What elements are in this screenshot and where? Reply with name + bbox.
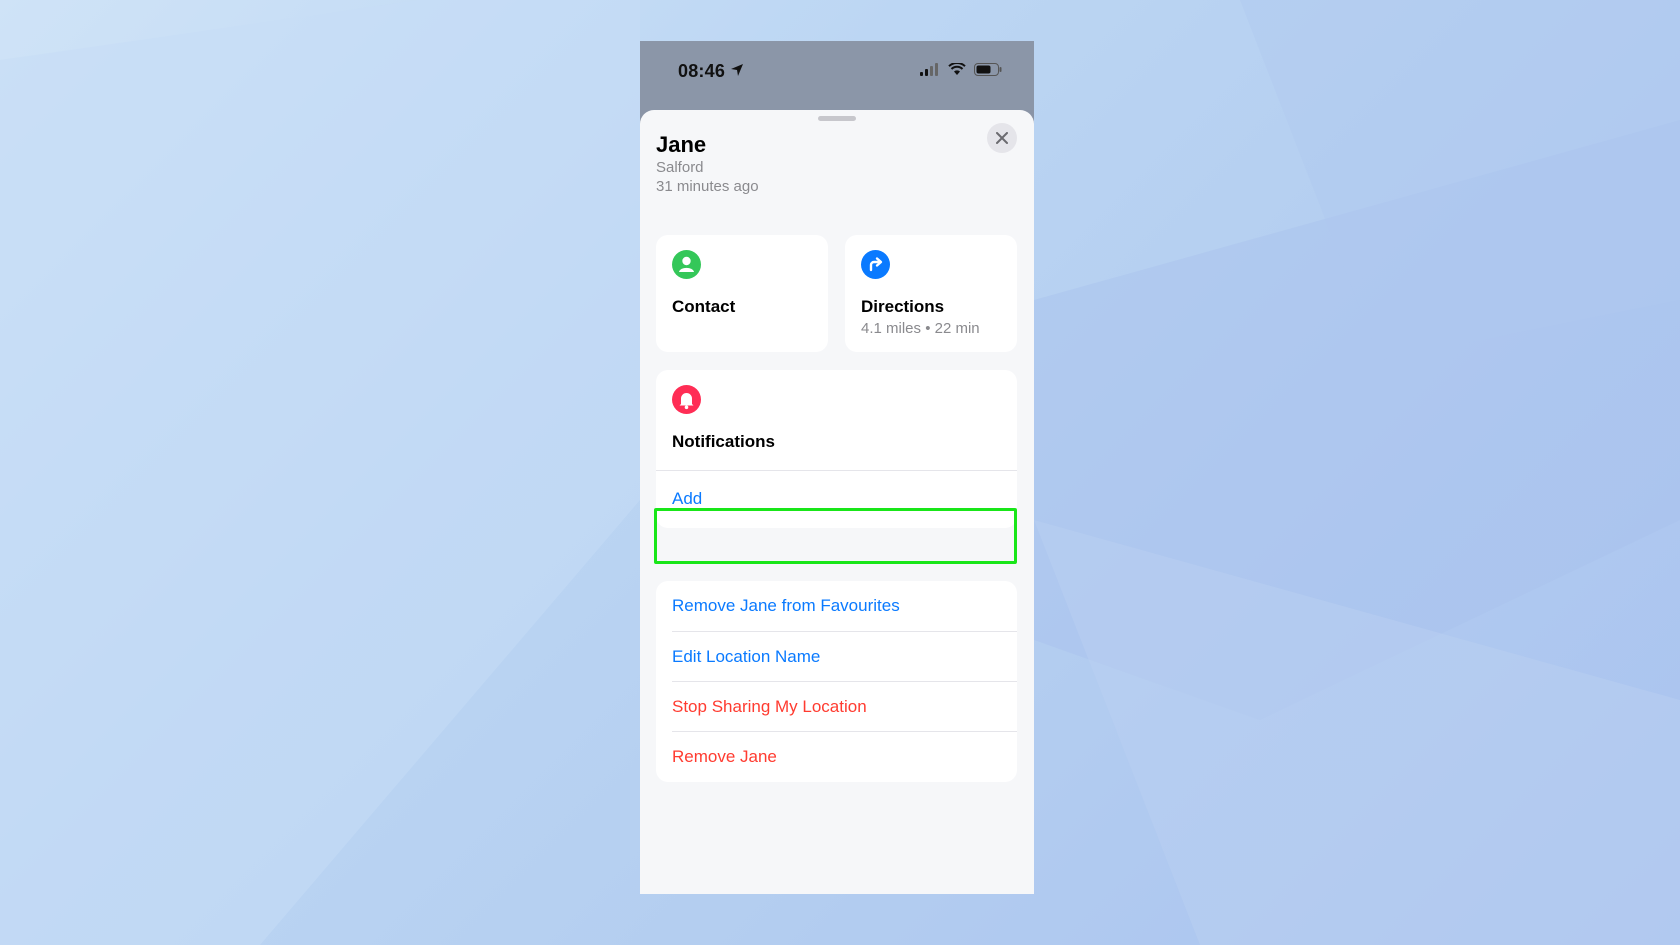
action-label: Stop Sharing My Location xyxy=(672,697,867,716)
edit-location-name-button[interactable]: Edit Location Name xyxy=(656,632,1017,682)
notifications-title: Notifications xyxy=(672,432,775,451)
person-icon xyxy=(672,250,701,279)
wifi-icon xyxy=(948,63,966,75)
person-detail-sheet: Jane Salford 31 minutes ago Contact Dire… xyxy=(640,110,1034,894)
action-label: Edit Location Name xyxy=(672,647,821,666)
remove-person-button[interactable]: Remove Jane xyxy=(656,732,1017,782)
directions-detail: 4.1 miles • 22 min xyxy=(861,320,980,337)
directions-label: Directions xyxy=(861,297,945,316)
sheet-grabber[interactable] xyxy=(818,116,856,121)
stop-sharing-button[interactable]: Stop Sharing My Location xyxy=(656,682,1017,732)
bell-icon xyxy=(672,385,701,414)
person-name: Jane xyxy=(656,132,707,157)
signal-icon xyxy=(920,63,938,76)
last-seen: 31 minutes ago xyxy=(656,178,759,195)
remove-favourite-button[interactable]: Remove Jane from Favourites xyxy=(656,581,1017,631)
person-location: Salford xyxy=(656,159,704,176)
directions-arrow-icon xyxy=(861,250,890,279)
close-button[interactable] xyxy=(987,123,1017,153)
contact-card[interactable]: Contact xyxy=(656,235,828,352)
highlight-box xyxy=(654,508,1017,564)
status-time: 08:46 xyxy=(678,61,726,81)
add-notification-button[interactable]: Add xyxy=(672,489,702,509)
phone-screen: 08:46 Jane Salford 31 minutes ago Contac… xyxy=(640,41,1034,894)
battery-icon xyxy=(974,63,1002,76)
actions-list: Remove Jane from Favourites Edit Locatio… xyxy=(656,581,1017,782)
action-label: Remove Jane from Favourites xyxy=(672,596,900,615)
location-arrow-icon xyxy=(731,64,743,76)
contact-label: Contact xyxy=(672,297,736,316)
action-label: Remove Jane xyxy=(672,747,777,766)
notifications-card: Notifications Add xyxy=(656,370,1017,528)
directions-card[interactable]: Directions 4.1 miles • 22 min xyxy=(845,235,1017,352)
status-bar: 08:46 xyxy=(640,41,1034,110)
status-icons xyxy=(920,63,1002,76)
close-icon xyxy=(996,132,1008,144)
